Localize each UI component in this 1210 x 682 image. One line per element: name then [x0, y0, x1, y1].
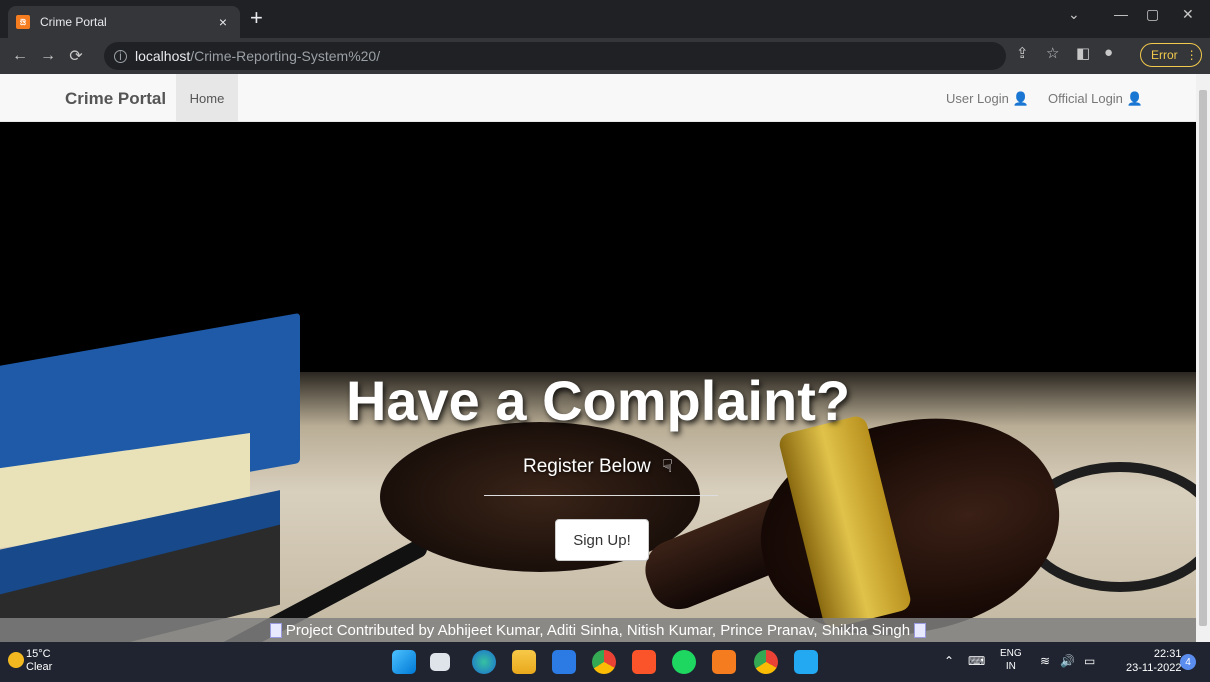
wifi-icon[interactable]: ≋: [1040, 654, 1050, 668]
document-icon: [914, 622, 927, 638]
official-login-link[interactable]: Official Login 👤: [1048, 91, 1143, 107]
volume-icon[interactable]: 🔊: [1060, 654, 1075, 668]
weather-widget[interactable]: 15°C Clear: [26, 648, 52, 674]
language-indicator[interactable]: ENG IN: [1000, 647, 1022, 673]
minimize-button[interactable]: —: [1114, 6, 1128, 22]
site-navbar: Crime Portal Home User Login 👤 Official …: [0, 74, 1196, 122]
url-path: /Crime-Reporting-System%20/: [190, 48, 381, 64]
windows-start-icon[interactable]: [392, 650, 416, 674]
site-info-icon[interactable]: i: [114, 49, 127, 63]
restore-button[interactable]: ▢: [1146, 6, 1159, 23]
error-badge[interactable]: Error ⋮: [1140, 43, 1202, 67]
browser-tab[interactable]: ಔ Crime Portal ×: [8, 6, 240, 38]
hero-subtitle-text: Register Below: [522, 456, 651, 477]
clock-date: 23-11-2022: [1126, 662, 1182, 674]
bookmark-star-icon[interactable]: ☆: [1046, 44, 1059, 62]
new-tab-button[interactable]: +: [250, 7, 263, 29]
notification-badge[interactable]: 4: [1180, 654, 1196, 670]
page-viewport: Crime Portal Home User Login 👤 Official …: [0, 74, 1196, 642]
reload-icon[interactable]: ⟳: [62, 46, 90, 66]
forward-arrow-icon[interactable]: →: [34, 47, 62, 65]
url-host: localhost: [135, 48, 191, 64]
brave-icon[interactable]: [632, 650, 656, 674]
hero-title: Have a Complaint?: [345, 369, 851, 432]
user-icon: 👤: [1126, 91, 1143, 106]
chrome-profile-icon[interactable]: [754, 650, 778, 674]
hero-divider: [484, 495, 718, 496]
language-code: ENG: [1000, 648, 1022, 659]
vscode-icon[interactable]: [794, 650, 818, 674]
tab-close-icon[interactable]: ×: [214, 14, 232, 30]
user-login-link[interactable]: User Login 👤: [946, 91, 1029, 107]
file-explorer-icon[interactable]: [512, 650, 536, 674]
side-panel-icon[interactable]: ◧: [1076, 44, 1090, 62]
back-arrow-icon[interactable]: ←: [6, 47, 34, 65]
address-bar[interactable]: i localhost /Crime-Reporting-System%20/: [104, 42, 1006, 70]
region-code: IN: [1005, 661, 1016, 672]
browser-menu-icon[interactable]: ⋮: [1186, 48, 1198, 62]
xampp-favicon-icon: ಔ: [16, 15, 30, 29]
hand-pointing-down-icon: ☟: [662, 456, 674, 476]
temperature: 15°C: [26, 648, 51, 660]
share-icon[interactable]: ⇪: [1016, 44, 1029, 62]
browser-tab-strip: ಔ Crime Portal × + ⌄ — ▢ ✕: [0, 0, 1210, 38]
hero-section: Have a Complaint? Register Below ☟ Sign …: [0, 122, 1196, 642]
hero-subtitle: Register Below ☟: [0, 456, 1196, 478]
xampp-icon[interactable]: [712, 650, 736, 674]
brand-link[interactable]: Crime Portal: [65, 89, 166, 109]
keyboard-icon[interactable]: ⌨: [968, 654, 985, 668]
close-window-button[interactable]: ✕: [1182, 6, 1194, 23]
tab-title: Crime Portal: [40, 15, 107, 29]
show-hidden-icons-chevron-icon[interactable]: ⌃: [944, 654, 954, 668]
chrome-icon[interactable]: [592, 650, 616, 674]
document-icon: [269, 622, 282, 638]
task-view-icon[interactable]: [430, 653, 450, 671]
profile-icon[interactable]: ●: [1104, 44, 1113, 61]
windows-taskbar: 15°C Clear ⌃ ⌨ ENG IN ≋ 🔊 ▭ 22:31 23-11-…: [0, 642, 1210, 682]
user-icon: 👤: [1012, 91, 1029, 106]
mail-icon[interactable]: [552, 650, 576, 674]
nav-home-link[interactable]: Home: [176, 74, 238, 122]
footer-text: Project Contributed by Abhijeet Kumar, A…: [285, 621, 911, 639]
error-label: Error: [1151, 48, 1178, 62]
clock-time: 22:31: [1153, 648, 1182, 660]
page-scrollbar[interactable]: [1196, 74, 1210, 642]
moon-weather-icon: [8, 652, 24, 668]
official-login-label: Official Login: [1048, 91, 1123, 106]
spotify-icon[interactable]: [672, 650, 696, 674]
user-login-label: User Login: [946, 91, 1009, 106]
weather-condition: Clear: [26, 661, 53, 673]
sign-up-button[interactable]: Sign Up!: [555, 519, 649, 561]
edge-icon[interactable]: [472, 650, 496, 674]
tab-search-icon[interactable]: ⌄: [1068, 6, 1080, 23]
scrollbar-thumb[interactable]: [1199, 90, 1207, 626]
battery-icon[interactable]: ▭: [1084, 654, 1095, 668]
contributors-footer: Project Contributed by Abhijeet Kumar, A…: [0, 618, 1196, 642]
system-clock[interactable]: 22:31 23-11-2022: [1126, 647, 1181, 675]
